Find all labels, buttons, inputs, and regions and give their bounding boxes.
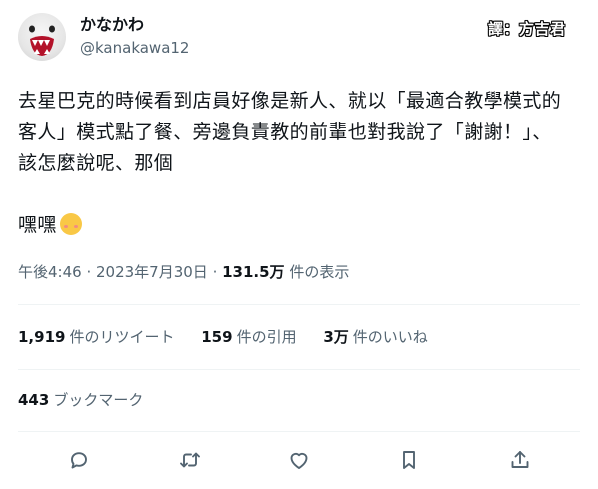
- views-label: 件の表示: [284, 263, 350, 281]
- reply-icon: [71, 452, 87, 469]
- tweet-last-line: 嘿嘿: [18, 214, 57, 236]
- avatar[interactable]: [18, 13, 66, 61]
- divider: [18, 304, 580, 305]
- tweet-text: 去星巴克的時候看到店員好像是新人、就以「最適合教學模式的 客人」模式點了餐、旁邊…: [18, 86, 584, 241]
- smiling-blushing-face-icon: [59, 213, 82, 235]
- reply-button[interactable]: [62, 443, 96, 477]
- tweet-meta: 午後4:46 · 2023年7月30日 · 131.5万 件の表示: [18, 262, 349, 282]
- bookmarks-label: ブックマーク: [53, 391, 144, 409]
- bookmarks-stat[interactable]: 443 ブックマーク: [18, 390, 143, 410]
- share-icon: [511, 451, 529, 468]
- like-button[interactable]: [282, 443, 316, 477]
- likes-label: 件のいいね: [352, 328, 428, 346]
- tweet-line: 該怎麼說呢、那個: [18, 152, 174, 174]
- retweets-label: 件のリツイート: [69, 328, 175, 346]
- bookmark-icon: [403, 451, 415, 469]
- author-display-name[interactable]: かなかわ: [80, 14, 144, 36]
- retweet-icon: [180, 452, 200, 468]
- action-bar: [18, 443, 580, 477]
- divider: [18, 369, 580, 370]
- author-handle[interactable]: @kanakawa12: [80, 38, 189, 58]
- share-button[interactable]: [503, 443, 537, 477]
- bookmark-button[interactable]: [392, 443, 426, 477]
- retweets-count: 1,919: [18, 328, 66, 346]
- bookmarks-count: 443: [18, 391, 50, 409]
- retweet-button[interactable]: [173, 443, 207, 477]
- translator-credit: 譯：方吉君: [488, 20, 566, 38]
- fanged-mascot-avatar-icon: [29, 25, 55, 56]
- likes-stat[interactable]: 3万 件のいいね: [323, 327, 427, 347]
- like-icon: [290, 452, 308, 469]
- views-count: 131.5万: [222, 263, 285, 281]
- engagement-stats: 1,919 件のリツイート 159 件の引用 3万 件のいいね: [18, 327, 450, 347]
- retweets-stat[interactable]: 1,919 件のリツイート: [18, 327, 174, 347]
- tweet-line: 客人」模式點了餐、旁邊負責教的前輩也對我說了「謝謝！」、: [18, 121, 552, 143]
- meta-separator: ·: [207, 263, 223, 281]
- tweet-line: 嘿嘿: [18, 210, 584, 241]
- quotes-stat[interactable]: 159 件の引用: [201, 327, 296, 347]
- timestamp[interactable]: 午後4:46 · 2023年7月30日: [18, 263, 208, 281]
- quotes-label: 件の引用: [236, 328, 297, 346]
- likes-count: 3万: [323, 328, 349, 346]
- tweet-line: 去星巴克的時候看到店員好像是新人、就以「最適合教學模式的: [18, 90, 562, 112]
- quotes-count: 159: [201, 328, 233, 346]
- divider: [18, 431, 580, 432]
